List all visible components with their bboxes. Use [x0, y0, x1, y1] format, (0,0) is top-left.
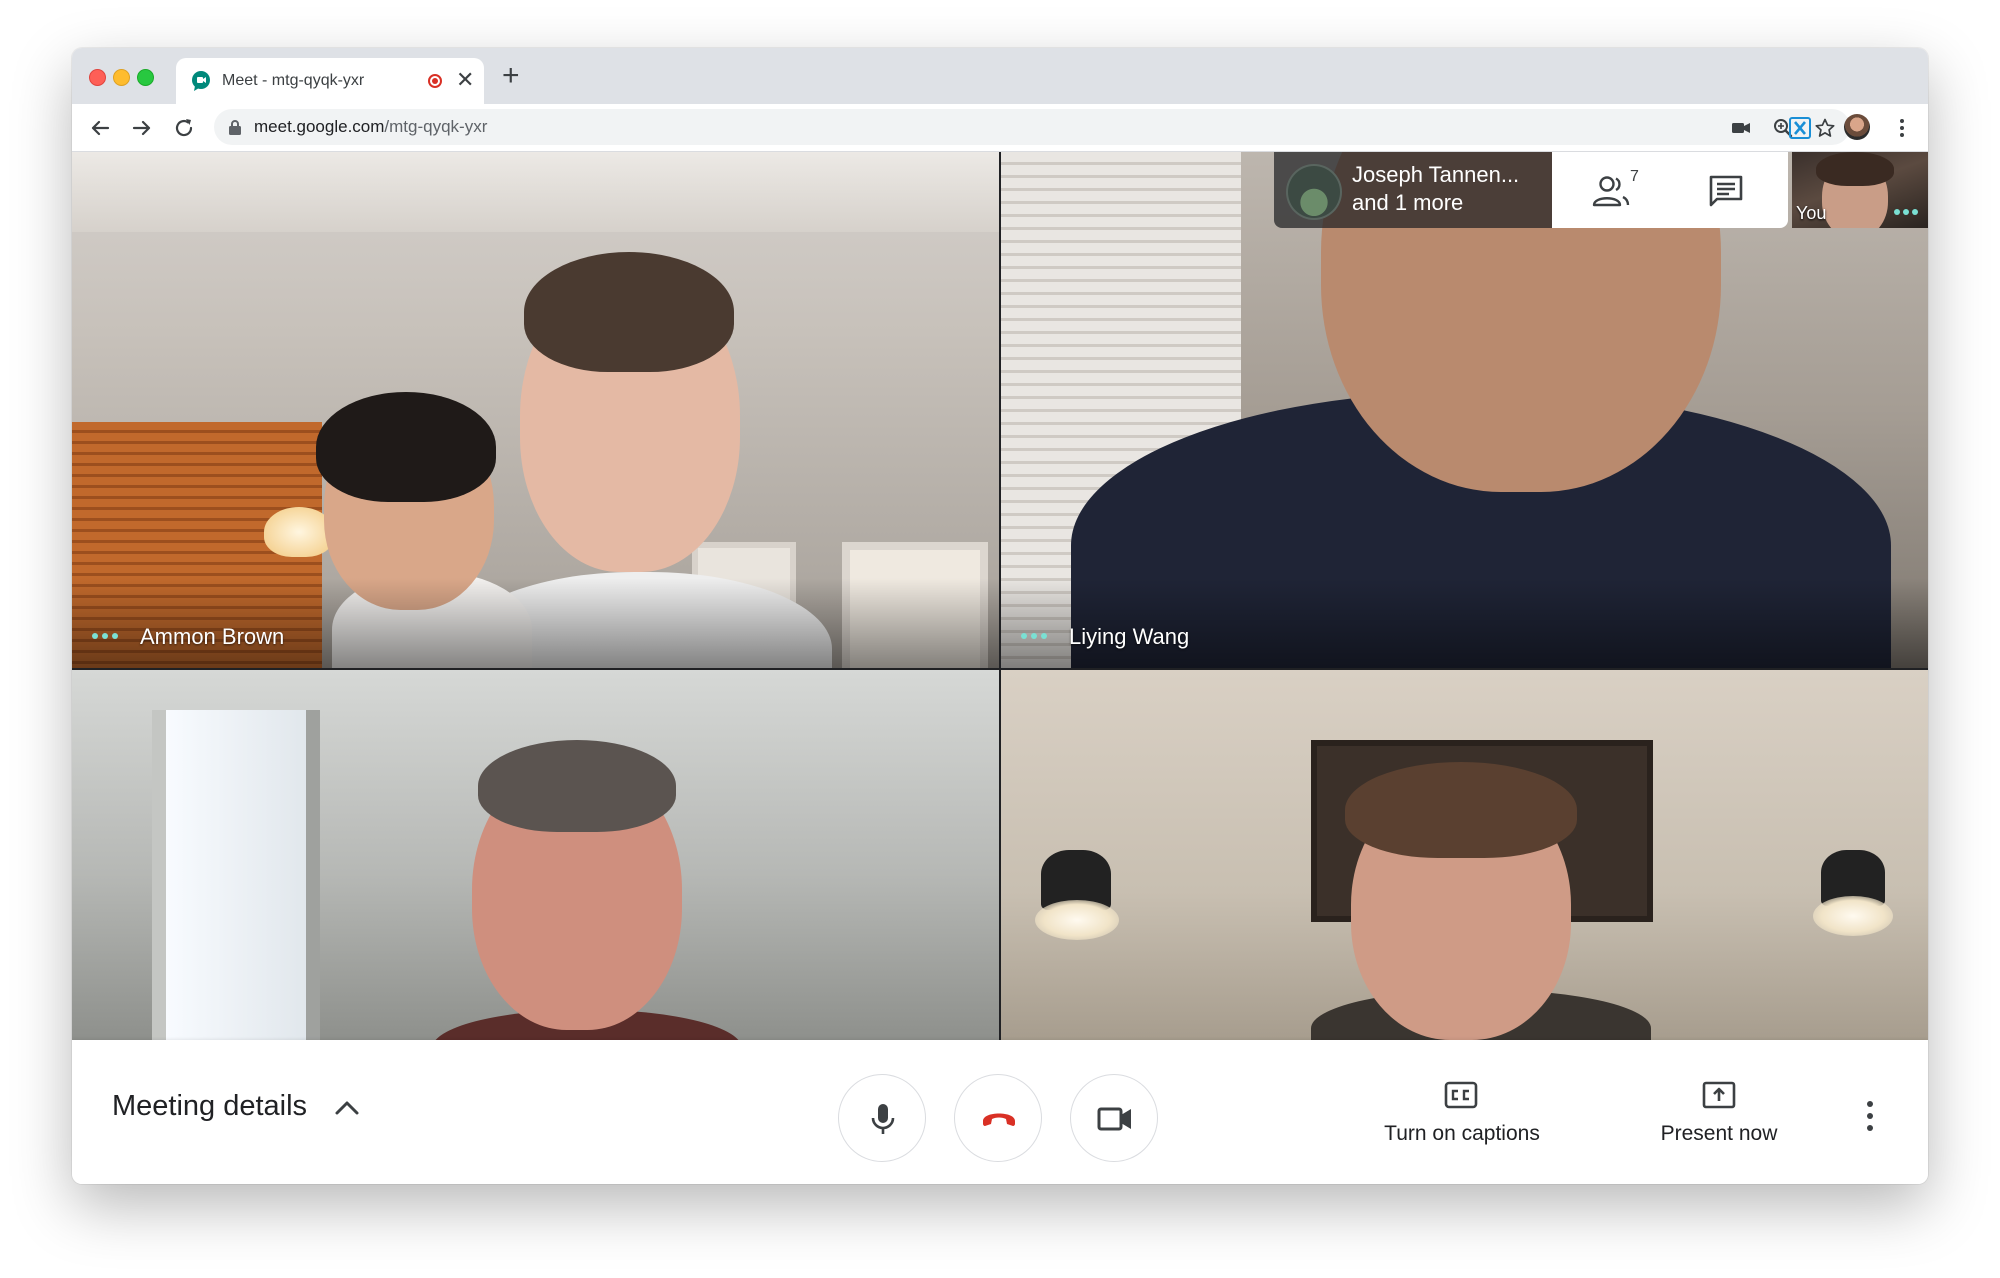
participant-name: Ammon Brown — [140, 624, 285, 649]
lock-icon — [229, 120, 241, 135]
url-host: meet.google.com — [254, 117, 385, 136]
participant-name: Liying Wang — [1069, 624, 1190, 649]
address-bar[interactable]: meet.google.com/mtg-qyqk-yxr — [214, 109, 1850, 145]
participant-tile[interactable]: Liying Wang — [1001, 152, 1928, 668]
more-vert-icon[interactable] — [1890, 116, 1914, 140]
more-options-icon[interactable] — [1864, 1100, 1876, 1132]
chevron-up-icon[interactable] — [334, 1098, 360, 1116]
participant-tile[interactable] — [1001, 670, 1928, 1040]
room-window — [152, 710, 320, 1040]
tile-shade — [72, 578, 999, 668]
captions-icon[interactable] — [1444, 1080, 1478, 1110]
camera-toggle-button[interactable] — [1070, 1074, 1158, 1162]
speaking-indicator-icon — [1021, 631, 1051, 641]
back-icon[interactable] — [86, 114, 114, 142]
url-text: meet.google.com/mtg-qyqk-yxr — [254, 117, 487, 137]
mic-icon — [871, 1104, 895, 1134]
person-hair — [478, 740, 676, 832]
camera-icon[interactable] — [1730, 117, 1752, 139]
present-icon[interactable] — [1702, 1080, 1736, 1110]
star-icon[interactable] — [1814, 117, 1836, 139]
call-controls-bar: Meeting details Turn on captions Present… — [72, 1040, 1928, 1184]
meet-favicon-icon — [192, 71, 210, 91]
browser-tab-meet[interactable]: Meet - mtg-qyqk-yxr ✕ — [176, 58, 484, 104]
hangup-icon — [983, 1113, 1015, 1126]
other-participants-chip[interactable]: Joseph Tannen... and 1 more — [1274, 152, 1552, 228]
reload-icon[interactable] — [170, 114, 198, 142]
people-icon[interactable] — [1590, 174, 1632, 208]
leave-call-button[interactable] — [954, 1074, 1042, 1162]
meeting-side-buttons: 7 — [1552, 152, 1788, 228]
browser-window: Meet - mtg-qyqk-yxr ✕ + meet.google.com/… — [72, 48, 1928, 1184]
new-tab-button[interactable]: + — [502, 60, 520, 92]
video-grid: Ammon Brown Liying Wang — [72, 152, 1928, 1040]
captions-button-label[interactable]: Turn on captions — [1372, 1122, 1552, 1146]
extension-icon[interactable] — [1788, 116, 1812, 140]
present-now-button-label[interactable]: Present now — [1639, 1122, 1799, 1146]
self-view-tile[interactable]: You — [1792, 152, 1928, 228]
lamp-glow — [1035, 900, 1119, 940]
window-close-button[interactable] — [89, 69, 106, 86]
participant-tile[interactable]: Ammon Brown — [72, 152, 999, 668]
others-more-count: and 1 more — [1352, 190, 1464, 215]
self-view-label: You — [1796, 203, 1827, 223]
participant-avatar — [1286, 164, 1342, 220]
window-zoom-button[interactable] — [137, 69, 154, 86]
person-hair — [1345, 762, 1577, 858]
person-hair — [524, 252, 734, 372]
speaking-indicator-icon — [92, 631, 122, 641]
child-hair — [316, 392, 496, 502]
self-hair — [1816, 152, 1894, 186]
profile-avatar[interactable] — [1844, 114, 1870, 140]
ceiling — [72, 152, 999, 232]
chat-icon[interactable] — [1708, 174, 1744, 208]
browser-toolbar: meet.google.com/mtg-qyqk-yxr — [72, 104, 1928, 152]
others-primary-name: Joseph Tannen... — [1352, 162, 1520, 187]
forward-icon[interactable] — [128, 114, 156, 142]
participant-tile[interactable] — [72, 670, 999, 1040]
microphone-button[interactable] — [838, 1074, 926, 1162]
tab-close-icon[interactable]: ✕ — [456, 67, 474, 93]
window-minimize-button[interactable] — [113, 69, 130, 86]
speaking-indicator-icon — [1894, 208, 1922, 216]
tab-title: Meet - mtg-qyqk-yxr — [222, 72, 365, 89]
video-icon — [1097, 1107, 1131, 1131]
tile-shade — [1001, 578, 1928, 668]
lamp-glow — [1813, 896, 1893, 936]
tab-strip: Meet - mtg-qyqk-yxr ✕ + — [72, 48, 1928, 104]
recording-indicator-icon — [428, 74, 442, 88]
meeting-details-button[interactable]: Meeting details — [112, 1090, 307, 1123]
people-count-badge: 7 — [1630, 168, 1639, 185]
url-path: /mtg-qyqk-yxr — [384, 117, 488, 136]
